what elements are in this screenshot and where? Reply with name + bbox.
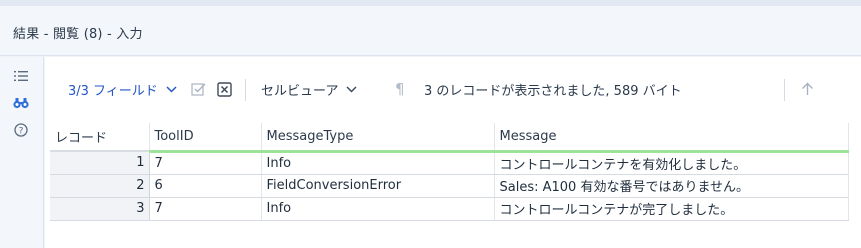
status-text-wrap: 3 のレコードが表示されました, 589 バイト: [424, 69, 682, 109]
window-title: 結果 - 閲覧 (8) - 入力: [13, 27, 143, 42]
messagetype-cell[interactable]: Info: [261, 197, 495, 221]
record-number-cell: 2: [50, 174, 150, 198]
messagetype-cell[interactable]: FieldConversionError: [261, 174, 495, 198]
record-number-cell: 3: [50, 197, 150, 221]
results-toolbar: 3/3 フィールド セルビューア ¶ 3 のレコードが表示されました, 589 …: [45, 69, 861, 109]
toolbar-divider: [784, 79, 785, 101]
cell-viewer-dropdown[interactable]: セルビューア: [261, 69, 358, 109]
table-row[interactable]: 1 7 Info コントロールコンテナを有効化しました。: [50, 151, 849, 175]
chevron-down-icon: [166, 82, 177, 97]
cell-viewer-label: セルビューア: [261, 83, 339, 99]
fields-label: 3/3 フィールド: [68, 83, 158, 99]
grid-header-row: レコード ToolID MessageType Message: [50, 123, 849, 153]
deselect-box-icon[interactable]: [217, 69, 232, 109]
chevron-down-icon: [346, 82, 358, 97]
table-row[interactable]: 2 6 FieldConversionError Sales: A100 有効な…: [50, 174, 849, 198]
select-all-checkbox-icon[interactable]: [191, 69, 206, 109]
fields-dropdown[interactable]: 3/3 フィールド: [68, 69, 177, 109]
pilcrow-icon[interactable]: ¶: [395, 69, 405, 109]
column-header-messagetype[interactable]: MessageType: [261, 123, 495, 153]
message-cell[interactable]: Sales: A100 有効な番号ではありません。: [494, 174, 849, 198]
list-icon[interactable]: [11, 67, 31, 85]
column-header-toolid[interactable]: ToolID: [149, 123, 262, 153]
results-panel: 3/3 フィールド セルビューア ¶ 3 のレコードが表示されました, 589 …: [45, 57, 861, 248]
left-sidebar: ?: [0, 57, 44, 248]
toolid-cell[interactable]: 7: [149, 151, 262, 175]
column-header-record[interactable]: レコード: [50, 123, 150, 152]
binoculars-icon[interactable]: [11, 94, 31, 112]
toolbar-divider: [245, 79, 246, 101]
results-grid: レコード ToolID MessageType Message 1 7 Info…: [50, 123, 849, 221]
title-bar: 結果 - 閲覧 (8) - 入力: [0, 6, 861, 56]
message-cell[interactable]: コントロールコンテナが完了しました。: [494, 197, 849, 221]
record-status-text: 3 のレコードが表示されました, 589 バイト: [424, 83, 682, 99]
svg-text:?: ?: [19, 126, 24, 136]
column-header-message[interactable]: Message: [494, 123, 849, 153]
toolid-cell[interactable]: 7: [149, 197, 262, 221]
toolid-cell[interactable]: 6: [149, 174, 262, 198]
messagetype-cell[interactable]: Info: [261, 151, 495, 175]
record-number-cell: 1: [50, 151, 150, 175]
arrow-up-icon[interactable]: [801, 69, 814, 109]
table-row[interactable]: 3 7 Info コントロールコンテナが完了しました。: [50, 197, 849, 221]
message-cell[interactable]: コントロールコンテナを有効化しました。: [494, 151, 849, 175]
help-icon[interactable]: ?: [11, 121, 31, 139]
